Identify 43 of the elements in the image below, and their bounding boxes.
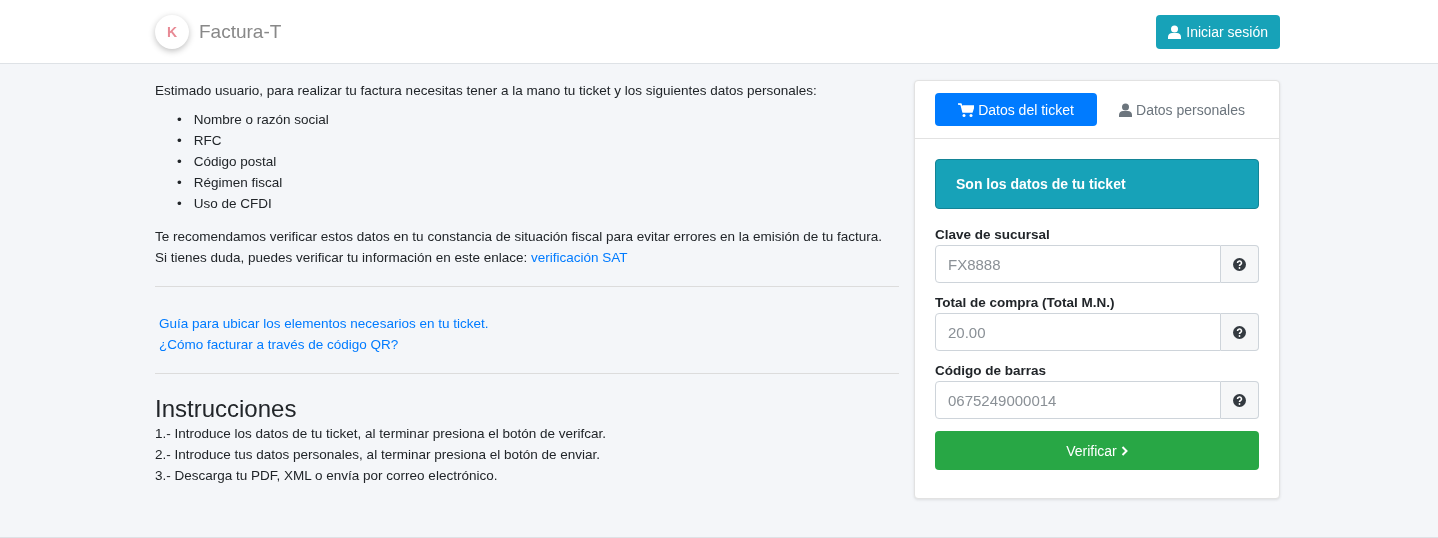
user-icon <box>1119 102 1133 117</box>
requirement-item: Uso de CFDI <box>193 195 272 213</box>
instruction-step: 2.- Introduce tus datos personales, al terminar presiona el botón de enviar. <box>155 444 899 465</box>
help-button[interactable] <box>1221 381 1259 419</box>
requirement-item: Código postal <box>193 153 277 171</box>
help-button[interactable] <box>1221 245 1259 283</box>
requirement-item: Régimen fiscal <box>193 174 283 192</box>
cart-icon <box>958 102 975 117</box>
bullet-mark: • <box>177 195 182 213</box>
field-label: Código de barras <box>935 363 1048 378</box>
bullet-mark: • <box>177 153 182 171</box>
logo: K <box>155 14 189 49</box>
login-button[interactable]: Iniciar sesión <box>1156 14 1280 49</box>
guide-link[interactable]: ¿Cómo facturar a través de código QR? <box>159 334 899 355</box>
form-tab[interactable]: Datos del ticket <box>935 93 1098 126</box>
requirement-item: Nombre o razón social <box>193 111 329 129</box>
info-banner: Son los datos de tu ticket <box>935 159 1259 209</box>
form-tab[interactable]: Datos personales <box>1105 93 1259 126</box>
help-icon <box>1233 257 1246 271</box>
recommendation-text: Te recomendamos verificar estos datos en tu constancia de situación fiscal para evitar errores en la emisión de tu factura. <box>155 228 884 246</box>
verify-button[interactable]: Verificar <box>935 431 1259 470</box>
instruction-step: 3.- Descarga tu PDF, XML o envía por correo electrónico. <box>155 465 899 486</box>
field-label: Clave de sucursal <box>935 227 1051 242</box>
sat-link[interactable]: verificación SAT <box>531 250 628 265</box>
bullet-mark: • <box>177 174 182 192</box>
help-icon <box>1233 325 1246 339</box>
instruction-step: 1.- Introduce los datos de tu ticket, al terminar presiona el botón de verifcar. <box>155 423 899 444</box>
chevron-right-icon <box>1120 445 1128 456</box>
help-button[interactable] <box>1221 313 1259 351</box>
requirement-item: RFC <box>193 132 222 150</box>
bullet-mark: • <box>177 132 182 150</box>
input-field[interactable]: 20.00 <box>935 313 1221 351</box>
input-field[interactable]: 0675249000014 <box>935 381 1221 419</box>
user-icon <box>1168 24 1182 39</box>
bullet-mark: • <box>177 111 182 129</box>
help-text: Si tienes duda, puedes verificar tu información en este enlace: <box>155 250 528 265</box>
intro-text: Estimado usuario, para realizar tu factura necesitas tener a la mano tu ticket y los siguientes datos personales: <box>155 82 818 100</box>
brand-name: Factura-T <box>199 20 282 43</box>
instructions-title: Instrucciones <box>155 398 298 419</box>
guide-link[interactable]: Guía para ubicar los elementos necesarios en tu ticket. <box>159 313 899 334</box>
field-label: Total de compra (Total M.N.) <box>935 295 1116 310</box>
input-field[interactable]: FX8888 <box>935 245 1221 283</box>
help-icon <box>1233 393 1246 407</box>
